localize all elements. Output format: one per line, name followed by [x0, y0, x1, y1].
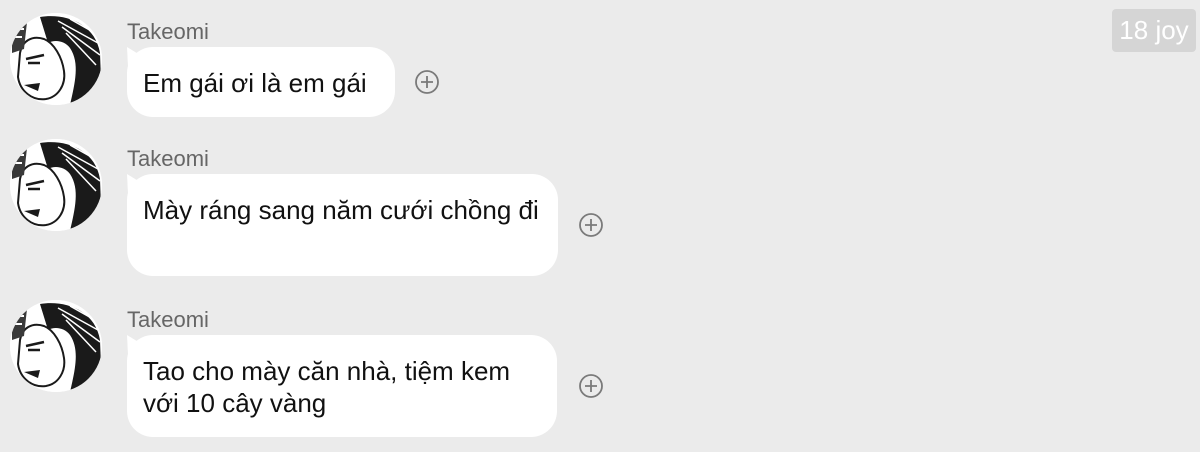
manga-portrait-avatar-icon — [10, 300, 102, 392]
sender-avatar[interactable] — [10, 300, 102, 392]
message-bubble[interactable]: Tao cho mày căn nhà, tiệm kem với 10 cây… — [127, 335, 557, 437]
watermark-badge: 18 joy — [1112, 9, 1196, 52]
sender-name: Takeomi — [127, 307, 209, 332]
add-reaction-icon[interactable] — [578, 373, 604, 399]
message-item: Takeomi Tao cho mày căn nhà, tiệm kem vớ… — [0, 0, 1100, 452]
message-text: Tao cho mày căn nhà, tiệm kem với 10 cây… — [143, 356, 511, 418]
